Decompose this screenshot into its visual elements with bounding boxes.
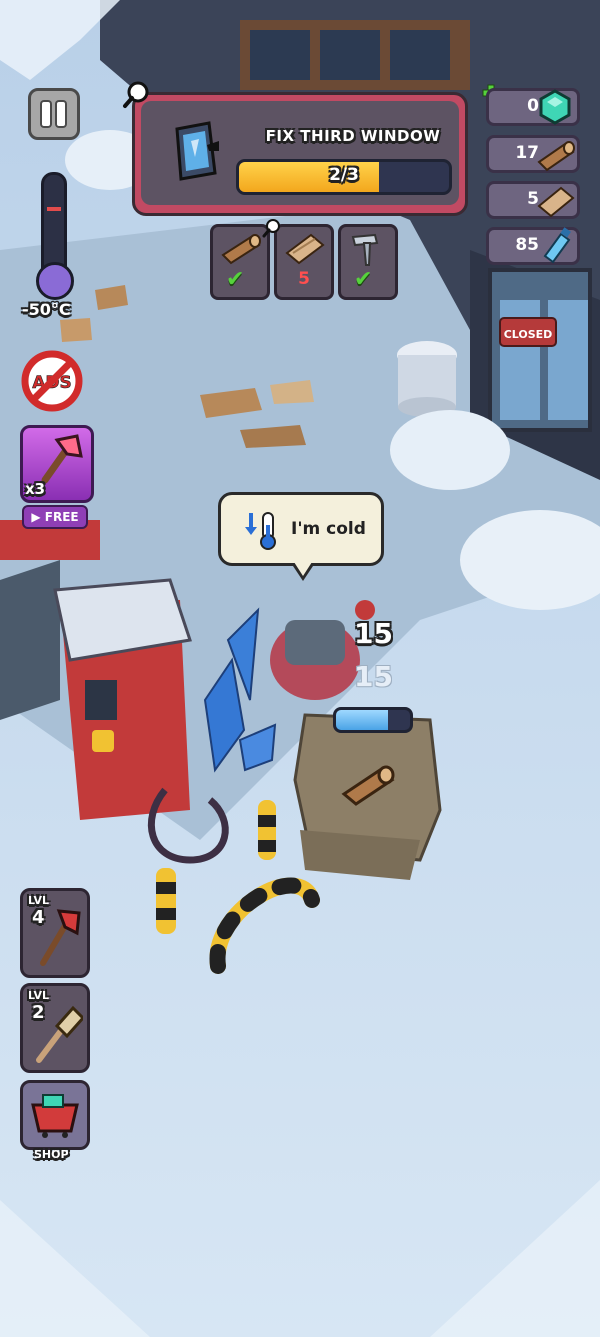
window-icon — [175, 121, 219, 181]
requirement-wood-plank: 5 — [274, 224, 334, 300]
shovel-tool-button[interactable]: LVL 2 — [20, 983, 90, 1073]
speech-tail — [294, 562, 312, 576]
damage-number-fading: 15 — [354, 660, 393, 693]
magnifier-icon[interactable] — [262, 218, 282, 238]
wood-log-icon — [341, 765, 395, 806]
thermometer-bulb — [36, 262, 74, 300]
quest-progress-text: 2/3 — [329, 165, 359, 185]
check-icon: ✔ — [354, 267, 373, 292]
resource-water-value: 85 — [515, 235, 539, 255]
requirement-count: 5 — [298, 269, 310, 289]
water-bottle-icon — [543, 227, 571, 264]
axe-boost-multiplier: x3 — [25, 480, 46, 498]
free-label: FREE — [44, 510, 79, 524]
shop-label: SHOP — [34, 1148, 69, 1161]
free-badge[interactable]: ▶ FREE — [22, 505, 88, 529]
nail-icon — [351, 233, 379, 266]
temperature-label: -50°C — [22, 300, 71, 319]
svg-text:CLOSED: CLOSED — [504, 328, 553, 341]
shop-cart-icon — [31, 1094, 79, 1138]
thermometer-marker — [47, 207, 61, 211]
requirement-wood-log: ✔ — [210, 224, 270, 300]
quest-title: FIX THIRD WINDOW — [265, 127, 441, 145]
quest-progress-bar: 2/3 — [236, 159, 452, 195]
no-ads-button[interactable]: ADS — [21, 350, 83, 412]
crate-progress-fill — [336, 710, 388, 730]
speech-text: I'm cold — [291, 519, 366, 539]
speech-bubble: I'm cold — [218, 492, 384, 581]
damage-number: 15 — [354, 617, 393, 650]
wood-log-icon — [537, 141, 575, 172]
axe-tool-button[interactable]: LVL 4 — [20, 888, 90, 978]
resource-wood-planks-value: 5 — [527, 189, 539, 209]
axe-boost-button[interactable]: x3 — [20, 425, 94, 503]
crate-progress-bar — [333, 707, 413, 733]
shovel-icon — [36, 1005, 83, 1063]
pause-icon-bar — [57, 102, 65, 126]
requirement-nail: ✔ — [338, 224, 398, 300]
gem-icon — [539, 89, 571, 125]
resource-gems[interactable]: 0 — [486, 88, 580, 126]
quest-panel-body: FIX THIRD WINDOW 2/3 — [141, 101, 459, 205]
resource-gems-value: 0 — [527, 96, 539, 116]
axe-icon — [40, 909, 81, 966]
wood-plank-icon — [537, 186, 575, 218]
axe-icon — [41, 434, 83, 484]
resource-wood-logs: 17 — [486, 135, 580, 173]
pause-icon — [42, 102, 50, 126]
quest-panel[interactable]: FIX THIRD WINDOW 2/3 — [132, 92, 468, 216]
check-icon: ✔ — [226, 267, 245, 292]
resource-wood-logs-value: 17 — [515, 143, 539, 163]
resource-wood-planks: 5 — [486, 181, 580, 219]
cold-thermometer-icon — [245, 512, 276, 550]
shop-button[interactable] — [20, 1080, 90, 1150]
magnifier-icon[interactable] — [122, 80, 152, 110]
wood-log-icon — [221, 234, 261, 265]
resource-water: 85 — [486, 227, 580, 265]
play-icon: ▶ — [31, 510, 41, 524]
wood-plank-icon — [285, 233, 325, 265]
pause-button[interactable] — [28, 88, 80, 140]
